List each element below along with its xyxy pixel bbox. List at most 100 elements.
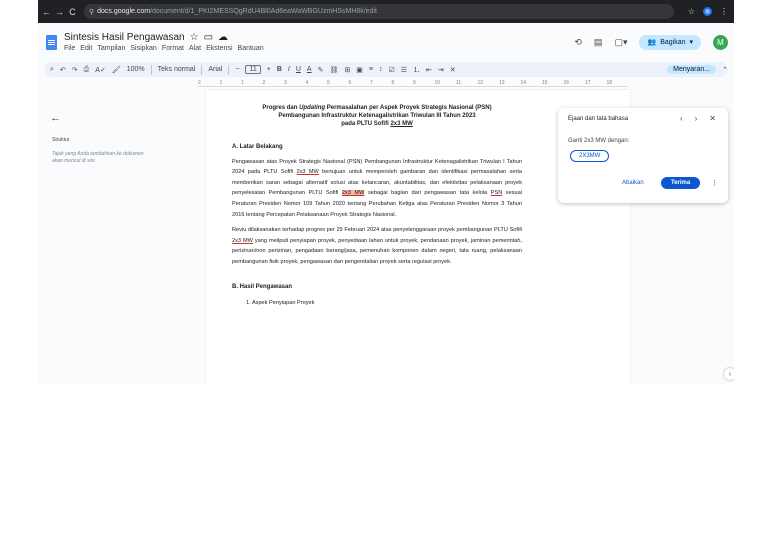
formatting-toolbar: ⌕ ↶ ↷ ⎙ A✓ 🖌 100% Teks normal Arial − 11… (44, 62, 728, 77)
comments-icon[interactable]: ▤ (594, 37, 603, 48)
style-select[interactable]: Teks normal (158, 66, 196, 73)
clear-format-icon[interactable]: ✕ (450, 66, 456, 74)
cloud-status-icon[interactable]: ☁ (218, 32, 228, 43)
ruler-tick: 10 (434, 80, 441, 86)
collapse-toolbar-icon[interactable]: ⌃ (722, 66, 728, 74)
menu-extensions[interactable]: Ekstensi (206, 45, 232, 52)
font-size-input[interactable]: 11 (245, 65, 261, 74)
outline-hint: Tajuk yang Anda tambahkan ke dokumen aka… (52, 151, 144, 164)
menu-tools[interactable]: Alat (189, 45, 201, 52)
back-button[interactable]: ← (42, 7, 51, 17)
document-body[interactable]: Progres dan Updating Permasalahan per As… (232, 104, 522, 309)
paragraph-text: sebagai bagian dari pengawasan tata kelo… (364, 190, 491, 197)
section-heading: A. Latar Belakang (232, 144, 283, 150)
menu-format[interactable]: Format (162, 45, 184, 52)
paragraph-text: yang meliputi penyiapan proyek, penyedia… (232, 237, 523, 265)
people-icon: 👥 (647, 39, 657, 46)
menu-help[interactable]: Bantuan (238, 45, 264, 52)
history-icon[interactable]: ⟲ (574, 37, 582, 48)
increase-font-icon[interactable]: + (267, 66, 271, 73)
divider (150, 64, 152, 75)
outline-back-icon[interactable]: ← (50, 112, 61, 124)
text-color-icon[interactable]: A (307, 66, 312, 73)
menu-edit[interactable]: Edit (80, 45, 92, 52)
ruler-tick: 1 (219, 80, 223, 86)
document-heading: Progres dan Updating Permasalahan per As… (232, 104, 522, 128)
comment-icon[interactable]: ⊞ (344, 66, 350, 74)
avatar[interactable]: M (713, 34, 728, 50)
list-item: 1. Aspek Penyiapan Proyek (246, 300, 315, 307)
menu-bar: File Edit Tampilan Sisipkan Format Alat … (64, 45, 264, 52)
spelling-error[interactable]: 2x3 MW (297, 169, 319, 175)
ruler[interactable]: 2 1 1 2 3 4 5 6 7 8 9 10 11 12 13 14 15 16 17 18 (198, 80, 628, 88)
more-options-icon[interactable]: ⋮ (711, 179, 718, 187)
suggestion-chip[interactable]: 2X3MW (570, 150, 610, 162)
ruler-tick: 3 (284, 80, 287, 86)
numbered-list-icon[interactable]: ⒈ (413, 65, 420, 75)
close-icon[interactable]: ✕ (709, 114, 716, 123)
address-bar[interactable]: ⚲ docs.google.com /document/d/1_PKt2MESS… (84, 4, 674, 19)
indent-increase-icon[interactable]: ⇥ (438, 66, 444, 74)
menu-view[interactable]: Tampilan (97, 45, 125, 52)
bookmark-star-icon[interactable]: ☆ (688, 7, 695, 16)
menu-insert[interactable]: Sisipkan (130, 45, 156, 52)
chevron-down-icon: ▾ (689, 39, 693, 46)
link-icon[interactable]: ⛓ (329, 66, 338, 74)
document-title[interactable]: Sintesis Hasil Pengawasan (64, 32, 185, 43)
spellcheck-icon[interactable]: A✓ (95, 66, 106, 74)
share-button[interactable]: 👥 Bagikan ▾ (639, 34, 701, 50)
heading-text: Pembangunan Infrastruktur Ketenagalistri… (278, 113, 476, 119)
ruler-line (198, 86, 628, 87)
bullet-list-icon[interactable]: ☰ (401, 66, 407, 74)
image-icon[interactable]: ▣ (356, 66, 363, 74)
forward-button[interactable]: → (55, 7, 64, 17)
ruler-tick: 17 (585, 80, 591, 86)
decrease-font-icon[interactable]: − (235, 66, 239, 73)
zoom-select[interactable]: 100% (127, 66, 145, 73)
site-info-icon[interactable]: ⚲ (89, 8, 94, 16)
heading-text: Permasalahan per Aspek Proyek Strategis … (325, 105, 492, 111)
profile-icon[interactable] (703, 7, 712, 16)
line-spacing-icon[interactable]: ↕ (379, 66, 383, 73)
print-icon[interactable]: ⎙ (84, 66, 90, 74)
redo-icon[interactable]: ↷ (72, 66, 78, 74)
browser-menu-icon[interactable]: ⋮ (720, 7, 728, 16)
underline-icon[interactable]: U (296, 66, 301, 73)
meet-icon[interactable]: ▢▾ (614, 37, 627, 48)
undo-icon[interactable]: ↶ (60, 66, 66, 74)
suggestion-message: Ganti 2x3 MW dengan: (568, 138, 630, 144)
side-panel-expand-icon[interactable]: ‹ (724, 368, 734, 380)
font-select[interactable]: Arial (208, 66, 222, 73)
section-heading: B. Hasil Pengawasan (232, 283, 293, 290)
menu-file[interactable]: File (64, 45, 75, 52)
ruler-tick: 15 (542, 80, 548, 86)
editing-mode-button[interactable]: Menyaran... (667, 65, 717, 74)
next-icon[interactable]: › (695, 114, 698, 123)
spelling-error[interactable]: 2x3 MW (390, 121, 412, 127)
align-icon[interactable]: ≡ (369, 66, 373, 73)
star-icon[interactable]: ☆ (190, 32, 199, 43)
indent-decrease-icon[interactable]: ⇤ (426, 66, 432, 74)
ruler-tick: 2 (262, 80, 266, 86)
reload-button[interactable]: C (68, 7, 77, 17)
highlight-icon[interactable]: ✎ (318, 66, 324, 74)
checklist-icon[interactable]: ☑ (388, 66, 394, 74)
ruler-tick: 9 (413, 80, 416, 86)
ignore-button[interactable]: Abaikan (622, 180, 644, 186)
ruler-tick: 5 (327, 80, 330, 86)
paragraph: Reviu dilaksanakan terhadap progres per … (232, 225, 522, 267)
heading-italic: Updating (299, 105, 326, 111)
ruler-tick: 2 (198, 80, 201, 86)
bold-icon[interactable]: B (277, 66, 282, 73)
move-folder-icon[interactable]: ▭ (204, 32, 213, 43)
panel-heading: Ejaan dan tata bahasa (568, 116, 629, 122)
spelling-error[interactable]: 2x3 MW (232, 238, 253, 244)
previous-icon[interactable]: ‹ (680, 114, 683, 123)
active-spelling-error[interactable]: 2x3 MW (341, 190, 365, 197)
search-menus-icon[interactable]: ⌕ (50, 66, 54, 74)
docs-logo-icon[interactable] (46, 34, 57, 50)
paint-format-icon[interactable]: 🖌 (112, 66, 121, 74)
italic-icon[interactable]: I (288, 66, 290, 73)
accept-button[interactable]: Terima (661, 177, 701, 189)
spelling-error[interactable]: PSN (491, 190, 503, 196)
